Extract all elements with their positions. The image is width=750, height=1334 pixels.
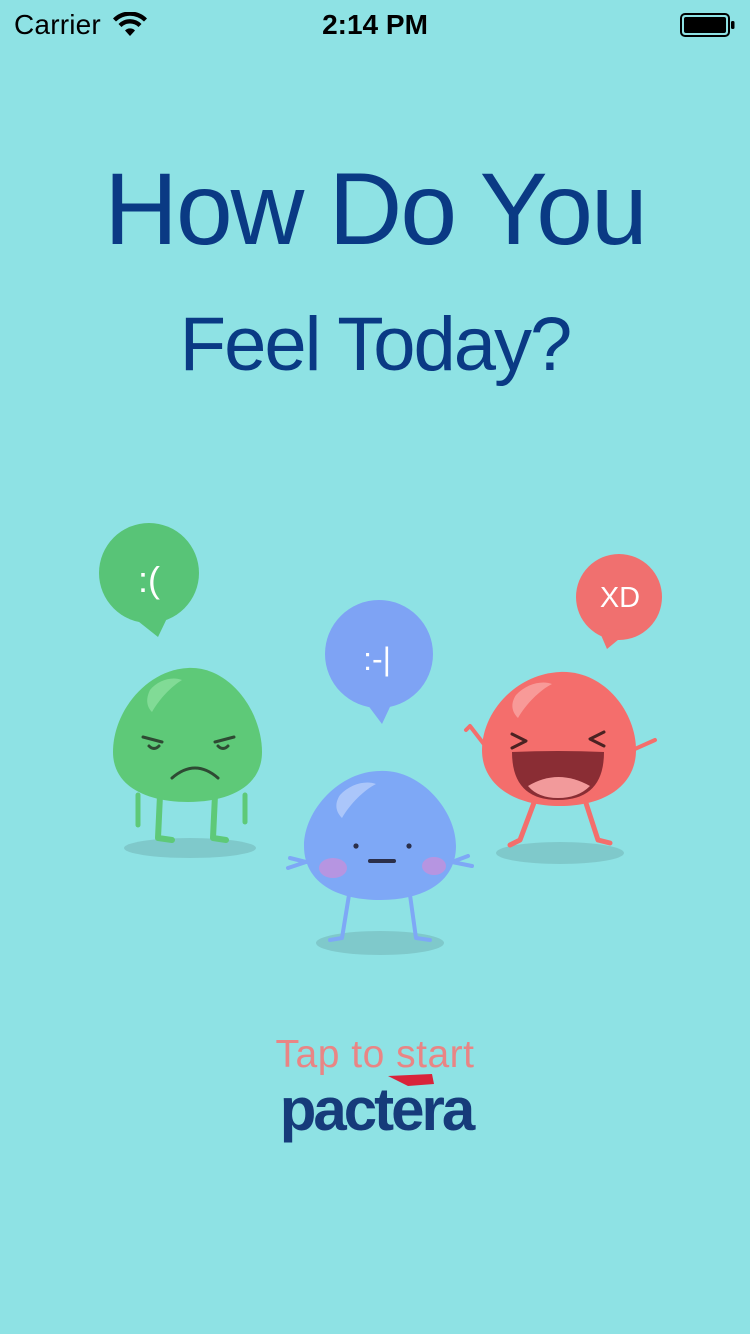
battery-icon [680, 13, 735, 37]
happy-speech-bubble: XD [576, 554, 662, 649]
happy-bubble-text: XD [600, 582, 640, 614]
page-title-line-1: How Do You [104, 152, 647, 266]
sad-bubble-text: :( [138, 559, 160, 600]
page-title-line-2: Feel Today? [179, 302, 573, 387]
logo-text: pactera [280, 1076, 476, 1143]
neutral-character[interactable]: :-| [286, 600, 474, 955]
neutral-bubble-text: :-| [363, 641, 391, 677]
sad-character[interactable]: :( [99, 523, 262, 858]
clock: 2:14 PM [322, 9, 428, 40]
happy-character[interactable]: XD [464, 554, 662, 864]
splash-screen[interactable]: Carrier 2:14 PM How Do You Feel Today? :… [0, 0, 750, 1334]
sad-speech-bubble: :( [99, 523, 199, 637]
tap-to-start-label[interactable]: Tap to start [0, 1033, 750, 1077]
mood-characters-illustration[interactable]: :( :-| XD [0, 500, 750, 980]
status-bar: Carrier 2:14 PM [0, 0, 750, 50]
pactera-logo: pactera [280, 1074, 479, 1143]
neutral-speech-bubble: :-| [325, 600, 433, 724]
